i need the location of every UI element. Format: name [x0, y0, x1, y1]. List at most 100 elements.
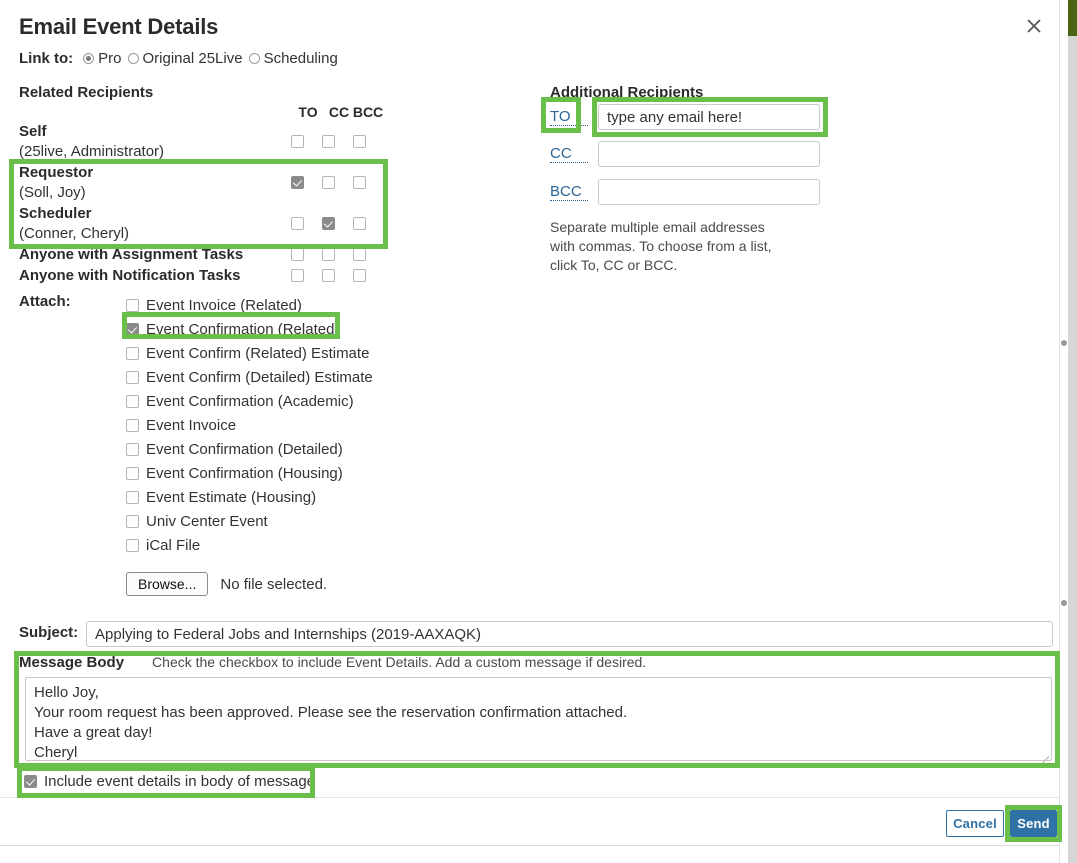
- radio-icon-scheduling: [248, 53, 260, 64]
- recipient-name: Requestor: [19, 164, 94, 181]
- radio-label-original-25live: Original 25Live: [142, 50, 243, 67]
- attach-item-univ-center-event[interactable]: Univ Center Event: [126, 509, 373, 533]
- link-to-row: Link to: Pro Original 25Live Scheduling: [19, 50, 344, 67]
- attach-item-label: Event Confirm (Detailed) Estimate: [146, 368, 373, 386]
- attach-item-event-confirmation-academic[interactable]: Event Confirmation (Academic): [126, 389, 373, 413]
- checkbox-self-bcc[interactable]: [353, 135, 366, 148]
- checkbox-event-invoice[interactable]: [126, 418, 139, 432]
- include-event-details-row[interactable]: Include event details in body of message: [24, 773, 315, 790]
- checkbox-notification-tasks-to[interactable]: [291, 269, 304, 282]
- checkbox-event-confirmation-related[interactable]: [126, 322, 139, 336]
- table-row: Requestor (Soll, Joy): [19, 162, 389, 203]
- radio-label-pro: Pro: [98, 50, 122, 67]
- checkbox-notification-tasks-bcc[interactable]: [353, 269, 366, 282]
- recipient-name: Anyone with Assignment Tasks: [19, 246, 244, 263]
- recipient-checkbox-group: [291, 203, 391, 244]
- checkbox-self-to[interactable]: [291, 135, 304, 148]
- attach-item-event-confirmation-related[interactable]: Event Confirmation (Related): [126, 317, 373, 341]
- additional-recipient-row-cc: CC: [550, 141, 820, 167]
- attach-item-event-confirm-related-estimate[interactable]: Event Confirm (Related) Estimate: [126, 341, 373, 365]
- attach-item-event-confirmation-detailed[interactable]: Event Confirmation (Detailed): [126, 437, 373, 461]
- additional-recipient-row-bcc: BCC: [550, 179, 820, 205]
- recipient-checkbox-group: [291, 162, 391, 203]
- attach-item-event-estimate-housing[interactable]: Event Estimate (Housing): [126, 485, 373, 509]
- cancel-button[interactable]: Cancel: [946, 810, 1004, 837]
- radio-icon-original-25live: [127, 53, 139, 64]
- attach-item-label: Event Confirm (Related) Estimate: [146, 344, 370, 362]
- email-event-details-dialog: Email Event Details Link to: Pro Origina…: [0, 0, 1063, 846]
- message-body-textarea[interactable]: Hello Joy, Your room request has been ap…: [25, 677, 1052, 761]
- screen: Email Event Details Link to: Pro Origina…: [0, 0, 1077, 863]
- checkbox-requestor-to[interactable]: [291, 176, 304, 189]
- radio-label-scheduling: Scheduling: [263, 50, 338, 67]
- additional-recipient-row-to: TO: [550, 104, 820, 130]
- checkbox-event-confirm-related-estimate[interactable]: [126, 346, 139, 360]
- attach-item-label: Event Invoice: [146, 416, 237, 434]
- checkbox-scheduler-to[interactable]: [291, 217, 304, 230]
- content-scrollbar-thumb[interactable]: [1061, 340, 1067, 346]
- attach-item-label: Event Confirmation (Academic): [146, 392, 354, 410]
- attach-item-event-invoice[interactable]: Event Invoice: [126, 413, 373, 437]
- close-icon[interactable]: [1019, 11, 1049, 41]
- recipient-name: Scheduler: [19, 205, 92, 222]
- subject-input[interactable]: [86, 621, 1053, 647]
- additional-recipients-hint: Separate multiple email addresses with c…: [550, 219, 772, 273]
- page-title: Email Event Details: [19, 14, 219, 39]
- attach-item-label: Event Invoice (Related): [146, 296, 302, 314]
- checkbox-scheduler-bcc[interactable]: [353, 217, 366, 230]
- attach-item-label: Univ Center Event: [146, 512, 268, 530]
- attach-item-ical-file[interactable]: iCal File: [126, 533, 373, 557]
- attach-item-event-confirm-detailed-estimate[interactable]: Event Confirm (Detailed) Estimate: [126, 365, 373, 389]
- table-row: Anyone with Notification Tasks: [19, 265, 389, 286]
- checkbox-event-confirmation-academic[interactable]: [126, 394, 139, 408]
- checkbox-assignment-tasks-to[interactable]: [291, 248, 304, 261]
- checkbox-assignment-tasks-bcc[interactable]: [353, 248, 366, 261]
- checkbox-event-estimate-housing[interactable]: [126, 490, 139, 504]
- checkbox-event-confirmation-housing[interactable]: [126, 466, 139, 480]
- message-body-hint: Check the checkbox to include Event Deta…: [152, 654, 647, 670]
- checkbox-univ-center-event[interactable]: [126, 514, 139, 528]
- checkbox-ical-file[interactable]: [126, 538, 139, 552]
- recipient-detail: (Soll, Joy): [19, 184, 86, 201]
- recipient-detail: (Conner, Cheryl): [19, 225, 130, 242]
- attach-item-event-confirmation-housing[interactable]: Event Confirmation (Housing): [126, 461, 373, 485]
- attach-item-label: Event Estimate (Housing): [146, 488, 317, 506]
- attach-options-list: Event Invoice (Related) Event Confirmati…: [126, 293, 373, 557]
- page-scrollbar[interactable]: [1068, 0, 1077, 863]
- send-button[interactable]: Send: [1010, 810, 1057, 837]
- to-link[interactable]: TO: [550, 108, 588, 126]
- file-upload-row: Browse... No file selected.: [126, 572, 327, 596]
- related-recipients-title: Related Recipients: [19, 84, 154, 101]
- checkbox-event-invoice-related[interactable]: [126, 298, 139, 312]
- content-scrollbar-thumb-lower[interactable]: [1061, 600, 1067, 606]
- bcc-link[interactable]: BCC: [550, 183, 588, 201]
- message-body-header: Message Body Check the checkbox to inclu…: [19, 654, 646, 671]
- checkbox-event-confirm-detailed-estimate[interactable]: [126, 370, 139, 384]
- checkbox-include-event-details[interactable]: [24, 775, 37, 788]
- checkbox-requestor-bcc[interactable]: [353, 176, 366, 189]
- radio-icon-pro: [83, 53, 95, 64]
- to-email-input[interactable]: [598, 104, 820, 130]
- radio-option-scheduling[interactable]: Scheduling: [248, 50, 338, 67]
- checkbox-notification-tasks-cc[interactable]: [322, 269, 335, 282]
- attach-item-label: Event Confirmation (Detailed): [146, 440, 343, 458]
- checkbox-event-confirmation-detailed[interactable]: [126, 442, 139, 456]
- attach-item-event-invoice-related[interactable]: Event Invoice (Related): [126, 293, 373, 317]
- recipient-name: Self: [19, 123, 47, 140]
- cc-link[interactable]: CC: [550, 145, 588, 163]
- attach-item-label: iCal File: [146, 536, 201, 554]
- checkbox-self-cc[interactable]: [322, 135, 335, 148]
- checkbox-assignment-tasks-cc[interactable]: [322, 248, 335, 261]
- page-scrollbar-thumb[interactable]: [1068, 0, 1077, 36]
- radio-option-pro[interactable]: Pro: [83, 50, 122, 67]
- browse-button[interactable]: Browse...: [126, 572, 209, 596]
- radio-option-original-25live[interactable]: Original 25Live: [127, 50, 243, 67]
- attach-item-label: Event Confirmation (Related): [146, 320, 340, 338]
- recipient-checkbox-group: [291, 121, 391, 162]
- bcc-email-input[interactable]: [598, 179, 820, 205]
- content-scrollbar[interactable]: [1059, 0, 1068, 863]
- checkbox-requestor-cc[interactable]: [322, 176, 335, 189]
- cc-email-input[interactable]: [598, 141, 820, 167]
- checkbox-scheduler-cc[interactable]: [322, 217, 335, 230]
- footer-divider: [0, 797, 1063, 798]
